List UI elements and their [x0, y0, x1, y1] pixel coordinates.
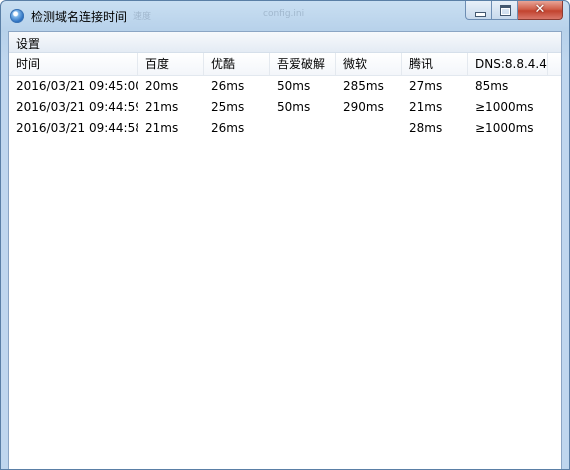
background-window-text: config.ini: [263, 9, 305, 19]
cell-baidu: 20ms: [145, 79, 179, 93]
cell-tencent: 27ms: [409, 79, 443, 93]
minimize-icon: [475, 12, 486, 17]
cell-baidu: 21ms: [145, 121, 179, 135]
cell-youku: 26ms: [211, 79, 245, 93]
column-header-tencent[interactable]: 腾讯: [402, 53, 468, 75]
globe-icon[interactable]: [10, 9, 24, 23]
cell-microsoft: [336, 118, 402, 139]
cell-time: 2016/03/21 09:44:59: [16, 100, 138, 114]
maximize-icon: [500, 5, 511, 16]
cell-52pojie: 50ms: [277, 79, 311, 93]
minimize-button[interactable]: [465, 1, 492, 20]
cell-52pojie: 50ms: [277, 100, 311, 114]
cell-tencent: 28ms: [409, 121, 443, 135]
table-header: 时间 百度 优酷 吾爱破解 微软 腾讯 DNS:8.8.4.4: [9, 53, 561, 76]
cell-youku: 26ms: [211, 121, 245, 135]
close-icon: ✕: [534, 2, 546, 17]
table-row[interactable]: 2016/03/21 09:45:00 20ms 26ms 50ms 285ms…: [9, 76, 561, 97]
column-header-youku[interactable]: 优酷: [204, 53, 270, 75]
table-row[interactable]: 2016/03/21 09:44:59 21ms 25ms 50ms 290ms…: [9, 97, 561, 118]
table-row[interactable]: 2016/03/21 09:44:58 21ms 26ms 28ms ≥1000…: [9, 118, 561, 139]
cell-tencent: 21ms: [409, 100, 443, 114]
app-window: 检测域名连接时间 速度 config.ini ✕ 设置 时间 百度 优酷 吾爱破…: [0, 0, 570, 470]
column-header-time[interactable]: 时间: [9, 53, 138, 75]
cell-dns: 85ms: [475, 79, 509, 93]
client-area: 设置 时间 百度 优酷 吾爱破解 微软 腾讯 DNS:8.8.4.4 2016/…: [8, 31, 562, 469]
maximize-button[interactable]: [492, 1, 518, 20]
cell-time: 2016/03/21 09:44:58: [16, 121, 138, 135]
title-bar[interactable]: 检测域名连接时间 速度 config.ini ✕: [1, 1, 569, 31]
window-title: 检测域名连接时间: [31, 10, 128, 24]
menu-item-settings[interactable]: 设置: [16, 35, 40, 52]
close-button[interactable]: ✕: [518, 1, 563, 20]
cell-52pojie: [270, 118, 336, 139]
cell-dns: ≥1000ms: [475, 100, 534, 114]
column-header-dns[interactable]: DNS:8.8.4.4: [468, 53, 548, 75]
menu-bar: 设置: [9, 32, 561, 53]
column-header-52pojie[interactable]: 吾爱破解: [270, 53, 336, 75]
cell-youku: 25ms: [211, 100, 245, 114]
cell-microsoft: 285ms: [343, 79, 384, 93]
column-header-baidu[interactable]: 百度: [138, 53, 204, 75]
column-header-microsoft[interactable]: 微软: [336, 53, 402, 75]
cell-time: 2016/03/21 09:45:00: [16, 79, 138, 93]
cell-microsoft: 290ms: [343, 100, 384, 114]
caption-buttons: ✕: [465, 1, 563, 21]
cell-dns: ≥1000ms: [475, 121, 534, 135]
cell-baidu: 21ms: [145, 100, 179, 114]
background-window-text: 速度: [133, 12, 152, 22]
